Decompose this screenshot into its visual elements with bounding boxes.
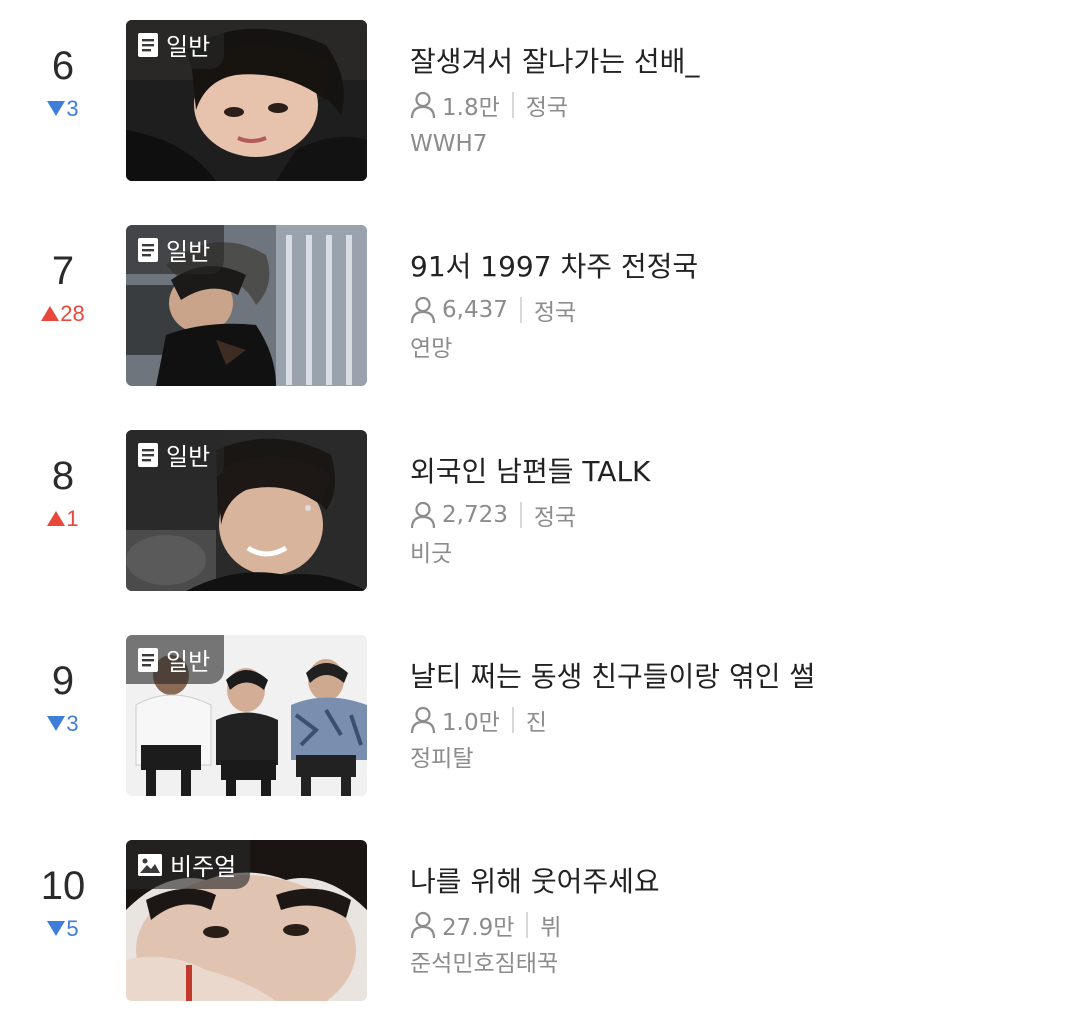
rank-change: 1: [10, 506, 116, 532]
document-icon: [138, 237, 158, 262]
author-name[interactable]: 준석민호짐태꾹: [410, 950, 558, 978]
category-badge: 일반: [126, 430, 225, 479]
post-meta: 6,437 정국: [410, 295, 577, 326]
rank-change: 3: [10, 96, 116, 122]
author-name[interactable]: 정피탈: [410, 745, 473, 773]
post-meta: 27.9만 뷔: [410, 910, 562, 941]
rank-number: 10: [40, 864, 86, 908]
rank-change-value: 28: [60, 301, 85, 326]
person-icon: [410, 911, 436, 939]
author-name[interactable]: 연망: [410, 335, 452, 363]
post-meta: 2,723 정국: [410, 500, 577, 531]
member-tag: 뷔: [540, 915, 562, 941]
member-tag: 정국: [533, 300, 577, 326]
post-title[interactable]: 날티 쩌는 동생 친구들이랑 엮인 썰: [410, 659, 815, 695]
author-name[interactable]: WWH7: [410, 130, 487, 158]
person-icon: [410, 501, 436, 529]
rank-down-icon: [47, 715, 66, 731]
category-badge: 일반: [126, 20, 225, 69]
rank-down-icon: [47, 920, 66, 936]
rank-number: 6: [51, 44, 75, 88]
post-title[interactable]: 잘생겨서 잘나가는 선배_: [410, 44, 699, 80]
rank-change: 5: [10, 916, 116, 942]
thumbnail[interactable]: 일반: [126, 20, 367, 181]
post-meta: 1.0만 진: [410, 705, 547, 736]
post-meta: 1.8만 정국: [410, 90, 569, 121]
thumbnail[interactable]: 일반: [126, 225, 367, 386]
rank-change-value: 3: [66, 96, 79, 121]
rank-number: 8: [51, 454, 75, 498]
rank-up-icon: [47, 510, 66, 526]
post-title[interactable]: 나를 위해 웃어주세요: [410, 864, 660, 900]
rank-change-value: 3: [66, 711, 79, 736]
rank-change-value: 5: [66, 916, 79, 941]
view-count: 1.8만: [442, 95, 500, 121]
category-badge: 비주얼: [126, 840, 251, 889]
thumbnail[interactable]: 일반: [126, 635, 367, 796]
list-item[interactable]: 10 5 비주얼 나를 위해 웃어주세요 27.9만 뷔 준석민호짐태꾹: [0, 820, 1080, 1001]
member-tag: 진: [525, 710, 547, 736]
rank-number: 9: [51, 659, 75, 703]
view-count: 27.9만: [442, 915, 515, 941]
meta-divider: [511, 92, 514, 118]
document-icon: [138, 442, 158, 467]
thumbnail[interactable]: 일반: [126, 430, 367, 591]
view-count: 2,723: [442, 502, 508, 528]
person-icon: [410, 706, 436, 734]
rank-number: 7: [51, 249, 75, 293]
rank-up-icon: [41, 305, 60, 321]
member-tag: 정국: [525, 95, 569, 121]
ranking-list: 6 3 일반 잘생겨서 잘나가는 선배_ 1.8만 정국 WWH7 7 28 일…: [0, 0, 1080, 1013]
badge-label: 일반: [166, 443, 211, 471]
view-count: 6,437: [442, 297, 508, 323]
badge-label: 일반: [166, 33, 211, 61]
list-item[interactable]: 8 1 일반 외국인 남편들 TALK 2,723 정국 비긋: [0, 410, 1080, 591]
rank-change: 3: [10, 711, 116, 737]
post-title[interactable]: 91서 1997 차주 전정국: [410, 249, 698, 285]
post-title[interactable]: 외국인 남편들 TALK: [410, 454, 650, 490]
list-item[interactable]: 7 28 일반 91서 1997 차주 전정국 6,437 정국 연망: [0, 205, 1080, 386]
member-tag: 정국: [533, 505, 577, 531]
rank-change-value: 1: [66, 506, 79, 531]
list-item[interactable]: 6 3 일반 잘생겨서 잘나가는 선배_ 1.8만 정국 WWH7: [0, 0, 1080, 181]
list-item[interactable]: 9 3 일반 날티 쩌는 동생 친구들이랑 엮인 썰 1.0만 진 정피탈: [0, 615, 1080, 796]
meta-divider: [519, 297, 522, 323]
meta-divider: [526, 912, 529, 938]
badge-label: 비주얼: [170, 853, 237, 881]
document-icon: [138, 647, 158, 672]
person-icon: [410, 91, 436, 119]
badge-label: 일반: [166, 238, 211, 266]
category-badge: 일반: [126, 635, 225, 684]
badge-label: 일반: [166, 648, 211, 676]
rank-change: 28: [10, 301, 116, 327]
rank-down-icon: [47, 100, 66, 116]
meta-divider: [511, 707, 514, 733]
document-icon: [138, 32, 158, 57]
author-name[interactable]: 비긋: [410, 540, 452, 568]
person-icon: [410, 296, 436, 324]
meta-divider: [519, 502, 522, 528]
image-icon: [138, 853, 162, 876]
thumbnail[interactable]: 비주얼: [126, 840, 367, 1001]
view-count: 1.0만: [442, 710, 500, 736]
category-badge: 일반: [126, 225, 225, 274]
